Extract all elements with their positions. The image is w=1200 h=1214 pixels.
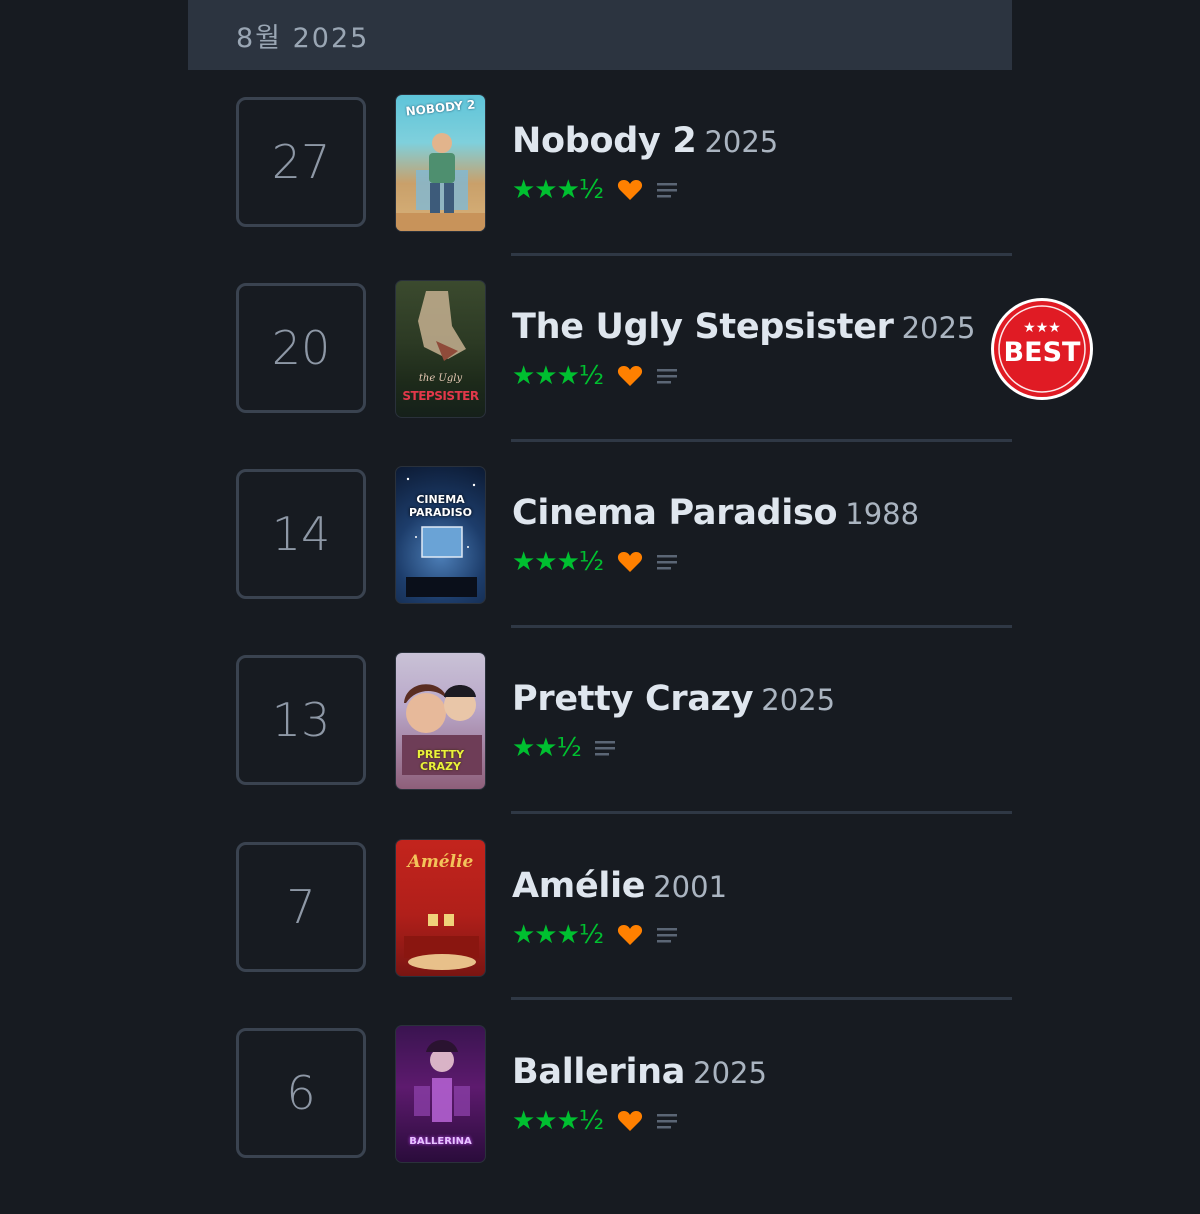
entry-meta: ★★★½ [512, 173, 679, 207]
film-year[interactable]: 1988 [845, 497, 919, 531]
star-rating: ★★★½ [512, 175, 604, 205]
heart-icon [617, 178, 643, 202]
heart-icon [617, 550, 643, 574]
diary-entry-amelie[interactable]: 7 Amélie Amélie 2001 ★★★½ [0, 839, 1200, 1028]
day-number[interactable]: 14 [236, 469, 366, 599]
film-year[interactable]: 2025 [902, 311, 976, 345]
poster-title: BALLERINA [409, 1136, 472, 1147]
day-number[interactable]: 20 [236, 283, 366, 413]
poster-title: STEPSISTER [402, 389, 479, 403]
entry-divider [511, 997, 1012, 1000]
film-year[interactable]: 2001 [653, 870, 727, 904]
day-number[interactable]: 6 [236, 1028, 366, 1158]
review-lines-icon [657, 925, 679, 945]
diary-entry-cinema-paradiso[interactable]: 14 CINEMA PARADISO Cinema Paradiso 1988 ★… [0, 466, 1200, 655]
poster-figure-icon [396, 133, 485, 231]
film-title[interactable]: Cinema Paradiso [512, 493, 838, 533]
day-number[interactable]: 27 [236, 97, 366, 227]
star-rating: ★★★½ [512, 361, 604, 391]
entry-divider [511, 253, 1012, 256]
day-number[interactable]: 13 [236, 655, 366, 785]
film-title-line[interactable]: Ballerina 2025 [512, 1052, 767, 1092]
poster-room-icon [404, 914, 479, 970]
diary-entry-pretty-crazy[interactable]: 13 PRETTY CRAZY Pretty Crazy 2025 ★★½ [0, 652, 1200, 841]
heart-icon [617, 364, 643, 388]
film-title-line[interactable]: Cinema Paradiso 1988 [512, 493, 919, 533]
film-title[interactable]: Pretty Crazy [512, 679, 754, 719]
day-number[interactable]: 7 [236, 842, 366, 972]
entry-meta: ★★★½ [512, 545, 679, 579]
review-lines-icon [657, 1111, 679, 1131]
entry-divider [511, 439, 1012, 442]
entry-meta: ★★★½ [512, 359, 679, 393]
poster-the-ugly-stepsister[interactable]: the Ugly STEPSISTER [395, 280, 486, 418]
film-year[interactable]: 2025 [704, 125, 778, 159]
entry-divider [511, 811, 1012, 814]
film-title-line[interactable]: The Ugly Stepsister 2025 [512, 307, 975, 347]
diary-entry-ballerina[interactable]: 6 BALLERINA Ballerina 2025 ★★★½ [0, 1025, 1200, 1214]
film-title[interactable]: Amélie [512, 866, 646, 906]
diary-entry-nobody-2[interactable]: 27 NOBODY 2 Nobody 2 2025 ★★★½ [0, 94, 1200, 283]
month-label: 8월 2025 [236, 23, 370, 54]
poster-amelie[interactable]: Amélie [395, 839, 486, 977]
badge-stars: ★★★ [1023, 320, 1061, 336]
film-title-line[interactable]: Amélie 2001 [512, 866, 727, 906]
poster-cinema-paradiso[interactable]: CINEMA PARADISO [395, 466, 486, 604]
film-title-line[interactable]: Pretty Crazy 2025 [512, 679, 835, 719]
month-header: 8월 2025 [188, 0, 1012, 70]
star-rating: ★★½ [512, 733, 582, 763]
poster-script: the Ugly [418, 373, 463, 384]
best-badge-icon: ★★★ BEST [990, 297, 1094, 401]
film-year[interactable]: 2025 [693, 1056, 767, 1090]
film-title-line[interactable]: Nobody 2 2025 [512, 121, 778, 161]
poster-pretty-crazy[interactable]: PRETTY CRAZY [395, 652, 486, 790]
entry-meta: ★★★½ [512, 918, 679, 952]
poster-ballerina[interactable]: BALLERINA [395, 1025, 486, 1163]
poster-screen-icon [406, 477, 477, 597]
star-rating: ★★★½ [512, 1106, 604, 1136]
entry-meta: ★★½ [512, 731, 617, 765]
poster-title: PRETTY CRAZY [416, 748, 465, 773]
review-lines-icon [657, 180, 679, 200]
poster-nobody-2[interactable]: NOBODY 2 [395, 94, 486, 232]
review-lines-icon [594, 738, 617, 758]
entry-meta: ★★★½ [512, 1104, 679, 1138]
star-rating: ★★★½ [512, 547, 604, 577]
star-rating: ★★★½ [512, 920, 604, 950]
film-year[interactable]: 2025 [761, 683, 835, 717]
heart-icon [617, 1109, 643, 1133]
entry-divider [511, 625, 1012, 628]
badge-label: BEST [1004, 337, 1081, 368]
review-lines-icon [657, 552, 679, 572]
film-title[interactable]: The Ugly Stepsister [512, 307, 894, 347]
film-title[interactable]: Nobody 2 [512, 121, 697, 161]
heart-icon [617, 923, 643, 947]
film-title[interactable]: Ballerina [512, 1052, 685, 1092]
review-lines-icon [657, 366, 679, 386]
